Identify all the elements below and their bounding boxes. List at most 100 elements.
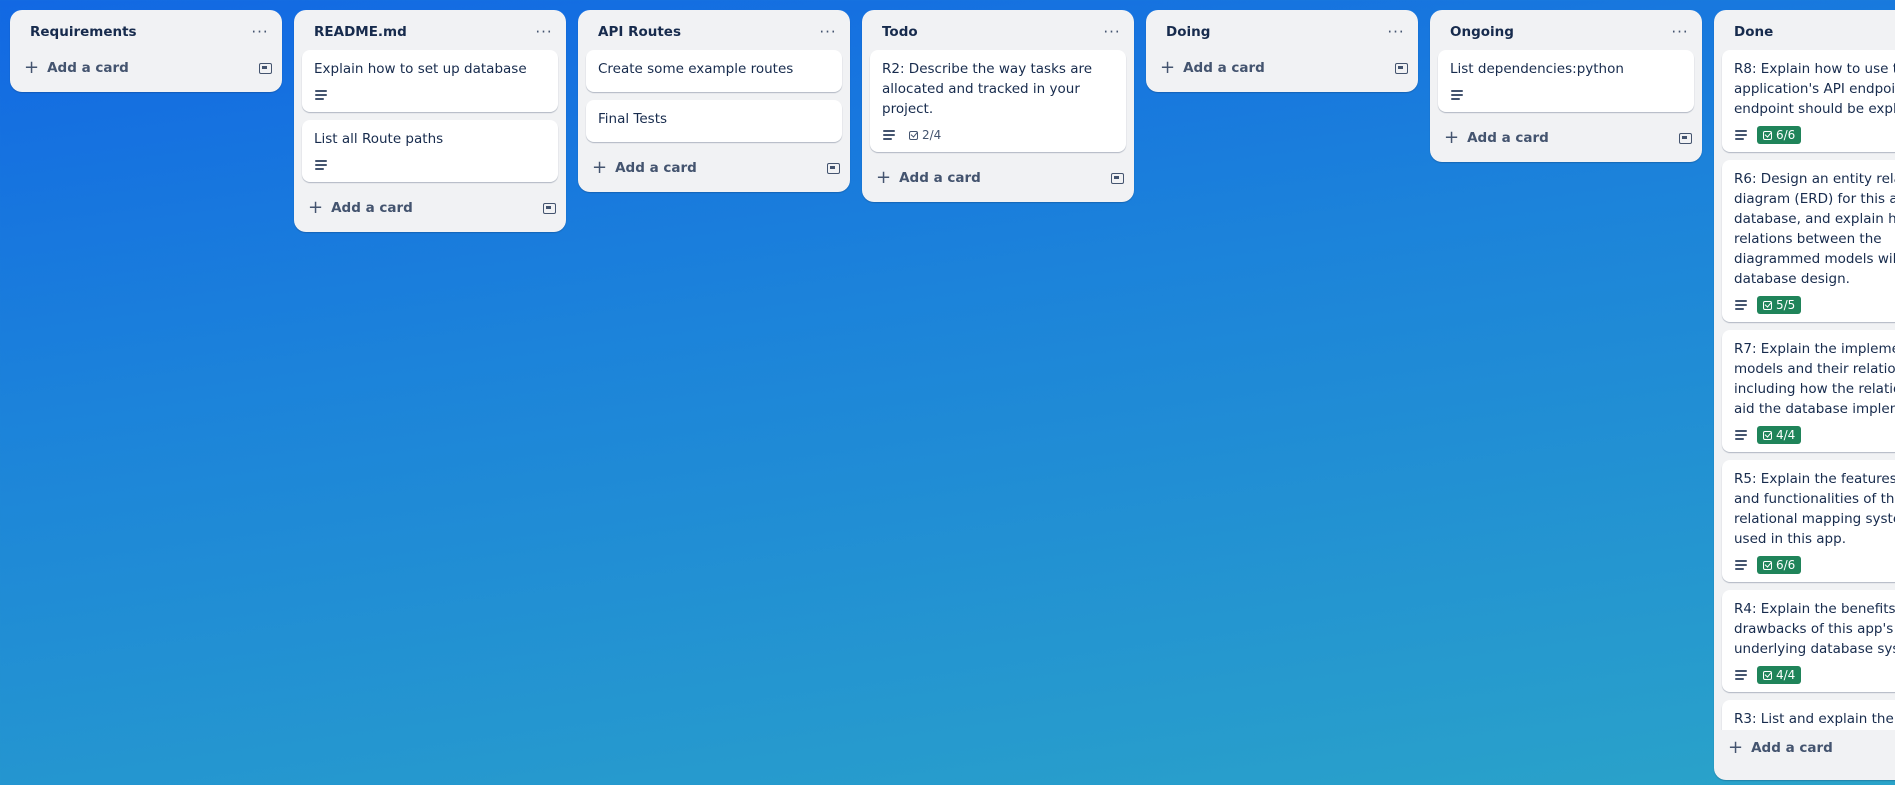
card[interactable]: R7: Explain the implemented models and t… <box>1722 330 1895 452</box>
checklist-icon <box>1763 560 1772 570</box>
add-card-button[interactable]: + Add a card <box>1440 129 1549 147</box>
plus-icon: + <box>24 57 40 78</box>
checklist-badge: 2/4 <box>905 126 945 144</box>
card-template-icon[interactable] <box>1679 132 1692 144</box>
card-title: Final Tests <box>598 111 668 127</box>
card[interactable]: R2: Describe the way tasks are allocated… <box>870 50 1126 152</box>
add-card-button[interactable]: + Add a card <box>1724 739 1833 757</box>
checklist-count: 2/4 <box>922 128 942 142</box>
list-header: Done··· <box>1714 10 1895 50</box>
card-template-icon[interactable] <box>827 162 840 174</box>
add-card-button[interactable]: + Add a card <box>588 159 697 177</box>
list-title[interactable]: Todo <box>882 24 918 40</box>
board: Requirements ··· + Add a card README.md ··· Ex… <box>0 0 1895 785</box>
card-template-icon[interactable] <box>1395 62 1408 74</box>
plus-icon: + <box>592 157 608 178</box>
list-header: README.md ··· <box>294 10 566 50</box>
card[interactable]: R4: Explain the benefits and drawbacks o… <box>1722 590 1895 692</box>
card[interactable]: List dependencies:python <box>1438 50 1694 112</box>
card-badges: 4/4 <box>1734 663 1895 687</box>
checklist-icon <box>909 130 918 140</box>
card[interactable]: Final Tests <box>586 100 842 142</box>
add-card-button[interactable]: + Add a card <box>1156 59 1265 77</box>
list-done: Done··· R8: Explain how to use this appli… <box>1714 10 1895 780</box>
card-title: Explain how to set up database <box>314 61 527 77</box>
card-template-icon[interactable] <box>1111 172 1124 184</box>
checklist-count: 4/4 <box>1776 668 1796 682</box>
ellipsis-icon[interactable]: ··· <box>1098 18 1126 46</box>
add-card-button[interactable]: + Add a card <box>20 59 129 77</box>
card[interactable]: Create some example routes <box>586 50 842 92</box>
card[interactable]: R8: Explain how to use this application'… <box>1722 50 1895 152</box>
checklist-count: 5/5 <box>1776 298 1796 312</box>
ellipsis-icon[interactable]: ··· <box>1666 18 1694 46</box>
checklist-count: 6/6 <box>1776 558 1796 572</box>
checklist-badge: 6/6 <box>1757 126 1802 144</box>
list-title[interactable]: Ongoing <box>1450 24 1514 40</box>
list-title[interactable]: API Routes <box>598 24 681 40</box>
card-title: List dependencies:python <box>1450 61 1624 77</box>
card-list: List dependencies:python <box>1430 50 1702 112</box>
card-title: R8: Explain how to use this application'… <box>1734 61 1895 117</box>
list-header: API Routes ··· <box>578 10 850 50</box>
card-template-icon[interactable] <box>543 202 556 214</box>
card-title: List all Route paths <box>314 131 444 147</box>
card-badges: 2/4 <box>882 123 1114 147</box>
checklist-badge: 4/4 <box>1757 666 1802 684</box>
list-title[interactable]: Requirements <box>30 24 137 40</box>
list-doing: Doing ··· + Add a card <box>1146 10 1418 92</box>
description-icon <box>315 88 329 102</box>
list-ongoing: Ongoing ··· List dependencies:python + Add a… <box>1430 10 1702 162</box>
card-badges: 5/5 <box>1734 293 1895 317</box>
card-badges: 6/6 <box>1734 123 1895 147</box>
card-template-icon[interactable] <box>259 62 272 74</box>
card[interactable]: Explain how to set up database <box>302 50 558 112</box>
add-card-label: Add a card <box>1183 60 1265 76</box>
checklist-badge: 5/5 <box>1757 296 1802 314</box>
checklist-badge: 4/4 <box>1757 426 1802 444</box>
card-title: R6: Design an entity relationship diagra… <box>1734 171 1895 287</box>
description-icon <box>1735 128 1749 142</box>
add-card-button[interactable]: + Add a card <box>304 199 413 217</box>
ellipsis-icon[interactable]: ··· <box>530 18 558 46</box>
list-header: Ongoing ··· <box>1430 10 1702 50</box>
list-api-routes: API Routes ··· Create some example routes F… <box>578 10 850 192</box>
list-header: Doing ··· <box>1146 10 1418 50</box>
list-title[interactable]: Done <box>1734 24 1773 40</box>
list-footer: + Add a card <box>1430 120 1702 162</box>
card-title: R7: Explain the implemented models and t… <box>1734 341 1895 417</box>
card[interactable]: R5: Explain the features, purpose and fu… <box>1722 460 1895 582</box>
list-header: Requirements ··· <box>10 10 282 50</box>
description-icon <box>1451 88 1465 102</box>
card-title: Create some example routes <box>598 61 794 77</box>
ellipsis-icon[interactable]: ··· <box>814 18 842 46</box>
card[interactable]: R6: Design an entity relationship diagra… <box>1722 160 1895 322</box>
plus-icon: + <box>876 167 892 188</box>
card-title: R3: List and explain the third-party ser… <box>1734 711 1895 727</box>
checklist-icon <box>1763 130 1772 140</box>
card-title: R2: Describe the way tasks are allocated… <box>882 61 1093 117</box>
add-card-label: Add a card <box>615 160 697 176</box>
add-card-button[interactable]: + Add a card <box>872 169 981 187</box>
plus-icon: + <box>308 197 324 218</box>
card-badges <box>1450 83 1682 107</box>
checklist-icon <box>1763 430 1772 440</box>
card-badges <box>314 153 546 177</box>
checklist-count: 6/6 <box>1776 128 1796 142</box>
card[interactable]: List all Route paths <box>302 120 558 182</box>
list-header: Todo ··· <box>862 10 1134 50</box>
list-todo: Todo ··· R2: Describe the way tasks are al… <box>862 10 1134 202</box>
description-icon <box>1735 428 1749 442</box>
checklist-icon <box>1763 670 1772 680</box>
list-footer: + Add a card <box>862 160 1134 202</box>
card-list: Create some example routes Final Tests <box>578 50 850 142</box>
list-title[interactable]: README.md <box>314 24 407 40</box>
list-footer: + Add a card <box>10 50 282 92</box>
add-card-label: Add a card <box>1751 740 1833 756</box>
card[interactable]: R3: List and explain the third-party ser… <box>1722 700 1895 730</box>
ellipsis-icon[interactable]: ··· <box>246 18 274 46</box>
ellipsis-icon[interactable]: ··· <box>1382 18 1410 46</box>
card-list: R8: Explain how to use this application'… <box>1714 50 1895 730</box>
list-title[interactable]: Doing <box>1166 24 1210 40</box>
description-icon <box>1735 298 1749 312</box>
